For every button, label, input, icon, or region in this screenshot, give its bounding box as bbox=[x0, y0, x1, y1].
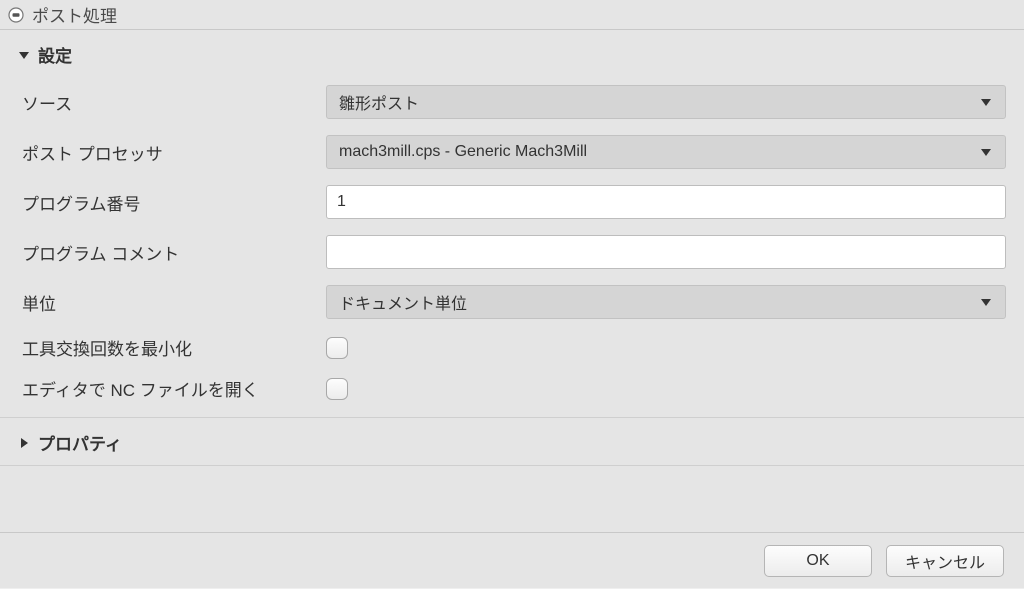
section-properties-title: プロパティ bbox=[38, 430, 122, 455]
row-units: 単位 ドキュメント単位 bbox=[22, 277, 1006, 327]
input-program-comment[interactable] bbox=[326, 235, 1006, 269]
select-post-processor-value: mach3mill.cps - Generic Mach3Mill bbox=[339, 143, 587, 161]
chevron-down-icon bbox=[979, 295, 993, 309]
section-settings-header[interactable]: 設定 bbox=[0, 30, 1024, 77]
label-post-processor: ポスト プロセッサ bbox=[22, 140, 326, 165]
chevron-down-icon bbox=[979, 95, 993, 109]
row-program-comment: プログラム コメント bbox=[22, 227, 1006, 277]
row-minimize-tool-changes: 工具交換回数を最小化 bbox=[22, 327, 1006, 368]
checkbox-open-nc-in-editor[interactable] bbox=[326, 378, 348, 400]
select-units-value: ドキュメント単位 bbox=[339, 290, 467, 314]
cancel-button[interactable]: キャンセル bbox=[886, 545, 1004, 577]
section-properties-header[interactable]: プロパティ bbox=[0, 418, 1024, 465]
label-open-nc-in-editor: エディタで NC ファイルを開く bbox=[22, 376, 326, 401]
disclosure-down-icon bbox=[18, 49, 30, 61]
section-settings: 設定 ソース 雛形ポスト ポスト プロセッサ bbox=[0, 30, 1024, 418]
row-source: ソース 雛形ポスト bbox=[22, 77, 1006, 127]
section-settings-title: 設定 bbox=[38, 42, 72, 67]
select-source[interactable]: 雛形ポスト bbox=[326, 85, 1006, 119]
dialog-content: 設定 ソース 雛形ポスト ポスト プロセッサ bbox=[0, 30, 1024, 532]
post-process-dialog: ポスト処理 設定 ソース 雛形ポスト bbox=[0, 0, 1024, 589]
dialog-footer: OK キャンセル bbox=[0, 532, 1024, 589]
label-source: ソース bbox=[22, 90, 326, 115]
select-post-processor[interactable]: mach3mill.cps - Generic Mach3Mill bbox=[326, 135, 1006, 169]
window-title: ポスト処理 bbox=[32, 2, 117, 27]
app-icon bbox=[8, 7, 24, 23]
chevron-down-icon bbox=[979, 145, 993, 159]
section-properties: プロパティ bbox=[0, 418, 1024, 466]
input-program-number[interactable] bbox=[326, 185, 1006, 219]
section-settings-body: ソース 雛形ポスト ポスト プロセッサ mach bbox=[0, 77, 1024, 417]
titlebar: ポスト処理 bbox=[0, 0, 1024, 30]
label-minimize-tool-changes: 工具交換回数を最小化 bbox=[22, 335, 326, 360]
row-post-processor: ポスト プロセッサ mach3mill.cps - Generic Mach3M… bbox=[22, 127, 1006, 177]
checkbox-minimize-tool-changes[interactable] bbox=[326, 337, 348, 359]
label-units: 単位 bbox=[22, 290, 326, 315]
disclosure-right-icon bbox=[18, 437, 30, 449]
select-source-value: 雛形ポスト bbox=[339, 90, 419, 114]
row-program-number: プログラム番号 bbox=[22, 177, 1006, 227]
label-program-number: プログラム番号 bbox=[22, 190, 326, 215]
select-units[interactable]: ドキュメント単位 bbox=[326, 285, 1006, 319]
ok-button[interactable]: OK bbox=[764, 545, 872, 577]
label-program-comment: プログラム コメント bbox=[22, 240, 326, 265]
row-open-nc-in-editor: エディタで NC ファイルを開く bbox=[22, 368, 1006, 409]
